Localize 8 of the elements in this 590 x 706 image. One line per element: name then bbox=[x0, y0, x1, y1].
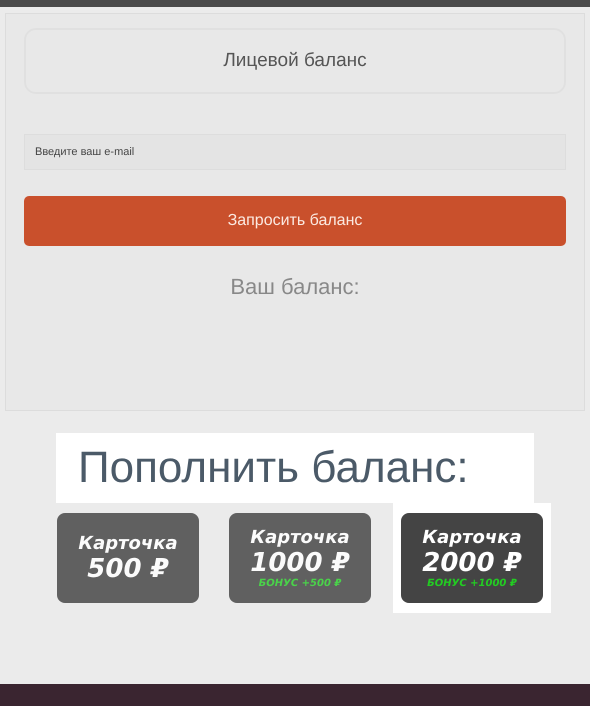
request-balance-button[interactable]: Запросить баланс bbox=[24, 196, 566, 246]
balance-label: Ваш баланс: bbox=[230, 274, 360, 300]
topup-heading: Пополнить баланс: bbox=[78, 443, 469, 493]
card-button[interactable]: Карточка 2000 ₽ БОНУС +1000 ₽ bbox=[401, 513, 543, 603]
card-button[interactable]: Карточка 1000 ₽ БОНУС +500 ₽ bbox=[229, 513, 371, 603]
email-field[interactable]: Введите ваш e-mail bbox=[24, 134, 566, 170]
panel-title: Лицевой баланс bbox=[24, 28, 566, 94]
card-button[interactable]: Карточка 500 ₽ bbox=[57, 513, 199, 603]
